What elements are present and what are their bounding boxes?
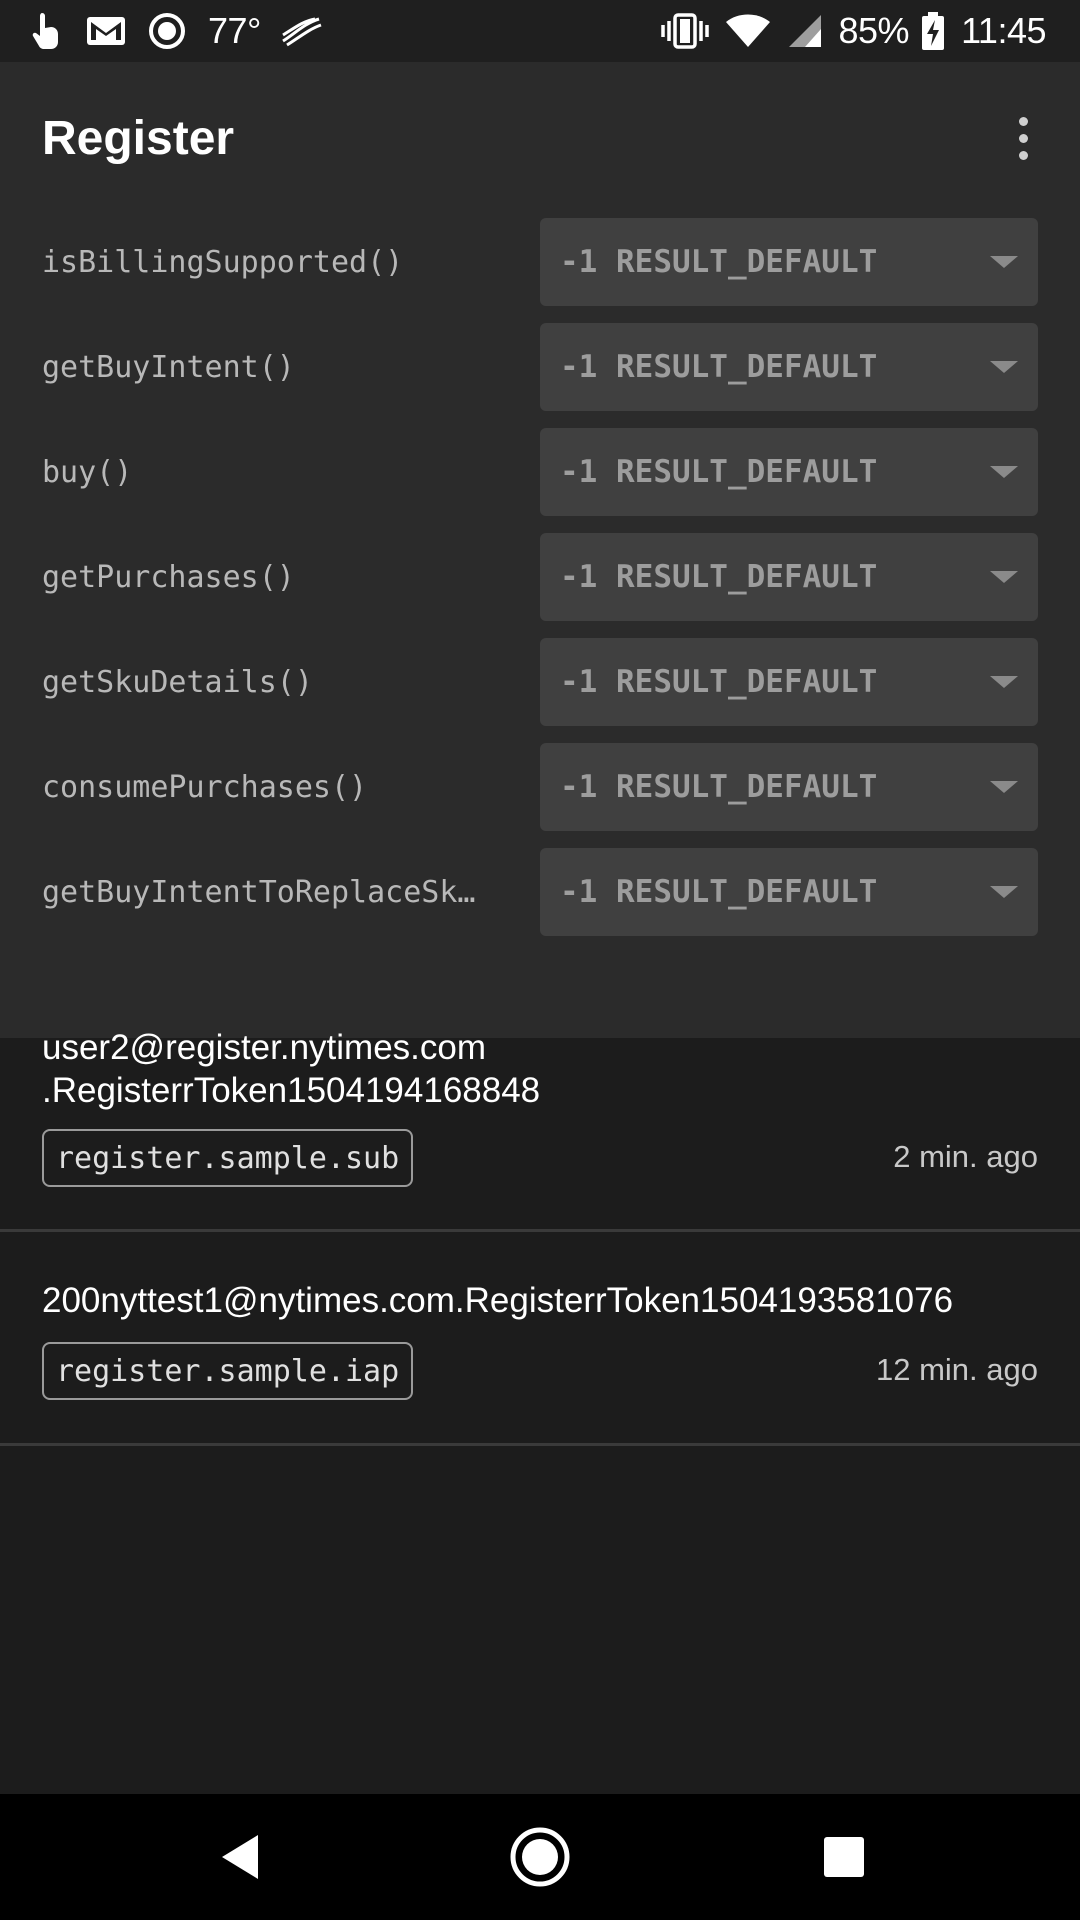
- home-icon[interactable]: [508, 1825, 572, 1889]
- row-label: buy(): [42, 454, 133, 490]
- setting-row: getBuyIntent() -1 RESULT_DEFAULT: [0, 323, 1080, 411]
- toolbar: Register: [0, 62, 1080, 214]
- dropdown-arrow-icon: [990, 676, 1018, 688]
- touch-icon: [30, 11, 64, 51]
- result-dropdown[interactable]: -1 RESULT_DEFAULT: [540, 218, 1038, 306]
- gmail-icon: [86, 16, 126, 46]
- back-icon[interactable]: [210, 1827, 270, 1887]
- swiftkey-icon: [279, 15, 323, 47]
- battery-charging-icon: [921, 12, 945, 50]
- dropdown-value: -1 RESULT_DEFAULT: [560, 769, 878, 805]
- dropdown-arrow-icon: [990, 256, 1018, 268]
- dropdown-arrow-icon: [990, 781, 1018, 793]
- wifi-icon: [725, 14, 771, 48]
- result-dropdown[interactable]: -1 RESULT_DEFAULT: [540, 638, 1038, 726]
- record-icon: [148, 12, 186, 50]
- setting-row: consumePurchases() -1 RESULT_DEFAULT: [0, 743, 1080, 831]
- sku-chip: register.sample.sub: [42, 1129, 414, 1187]
- dropdown-arrow-icon: [990, 361, 1018, 373]
- list-item[interactable]: user2@register.nytimes.com .RegisterrTok…: [0, 977, 1080, 1232]
- row-label: isBillingSupported(): [42, 244, 404, 280]
- result-dropdown[interactable]: -1 RESULT_DEFAULT: [540, 323, 1038, 411]
- dropdown-arrow-icon: [990, 466, 1018, 478]
- page-title: Register: [42, 111, 235, 165]
- header-panel: Register isBillingSupported() -1 RESULT_…: [0, 62, 1080, 1038]
- navigation-bar: [0, 1794, 1080, 1920]
- status-right: 85% 11:45: [660, 10, 1058, 52]
- purchase-time: 2 min. ago: [893, 1139, 1038, 1174]
- purchase-time: 12 min. ago: [876, 1352, 1038, 1387]
- purchase-list: user2@register.nytimes.com .RegisterrTok…: [0, 977, 1080, 1446]
- dropdown-value: -1 RESULT_DEFAULT: [560, 349, 878, 385]
- recents-icon[interactable]: [820, 1833, 868, 1881]
- setting-row: getPurchases() -1 RESULT_DEFAULT: [0, 533, 1080, 621]
- row-label: consumePurchases(): [42, 769, 368, 805]
- vibrate-icon: [660, 13, 709, 49]
- setting-row: getSkuDetails() -1 RESULT_DEFAULT: [0, 638, 1080, 726]
- battery-text: 85%: [838, 10, 910, 51]
- row-label: getBuyIntentToReplaceSk…: [42, 874, 476, 910]
- row-label: getBuyIntent(): [42, 349, 295, 385]
- status-left: 77°: [30, 10, 345, 52]
- row-label: getPurchases(): [42, 559, 295, 595]
- clock-text: 11:45: [961, 10, 1046, 51]
- dropdown-arrow-icon: [990, 571, 1018, 583]
- purchase-title-line: .RegisterrToken1504194168848: [42, 1071, 541, 1110]
- row-label: getSkuDetails(): [42, 664, 313, 700]
- dropdown-arrow-icon: [990, 886, 1018, 898]
- more-vert-icon[interactable]: [1008, 108, 1038, 168]
- list-item[interactable]: 200nyttest1@nytimes.com.RegisterrToken15…: [0, 1232, 1080, 1446]
- dropdown-value: -1 RESULT_DEFAULT: [560, 454, 878, 490]
- dropdown-value: -1 RESULT_DEFAULT: [560, 664, 878, 700]
- result-dropdown[interactable]: -1 RESULT_DEFAULT: [540, 533, 1038, 621]
- purchase-title-line: user2@register.nytimes.com: [42, 1028, 487, 1067]
- signal-icon: [787, 13, 823, 49]
- result-dropdown[interactable]: -1 RESULT_DEFAULT: [540, 848, 1038, 936]
- result-dropdown[interactable]: -1 RESULT_DEFAULT: [540, 743, 1038, 831]
- setting-row: getBuyIntentToReplaceSk… -1 RESULT_DEFAU…: [0, 848, 1080, 936]
- temperature-text: 77°: [208, 10, 261, 51]
- dropdown-value: -1 RESULT_DEFAULT: [560, 559, 878, 595]
- purchase-title: user2@register.nytimes.com .RegisterrTok…: [42, 1026, 1042, 1112]
- purchase-title: 200nyttest1@nytimes.com.RegisterrToken15…: [42, 1281, 954, 1320]
- dropdown-value: -1 RESULT_DEFAULT: [560, 874, 878, 910]
- sku-chip: register.sample.iap: [42, 1342, 414, 1400]
- result-dropdown[interactable]: -1 RESULT_DEFAULT: [540, 428, 1038, 516]
- setting-row: buy() -1 RESULT_DEFAULT: [0, 428, 1080, 516]
- status-bar: 77° 85% 11:45: [0, 0, 1080, 62]
- dropdown-value: -1 RESULT_DEFAULT: [560, 244, 878, 280]
- setting-row: isBillingSupported() -1 RESULT_DEFAULT: [0, 218, 1080, 306]
